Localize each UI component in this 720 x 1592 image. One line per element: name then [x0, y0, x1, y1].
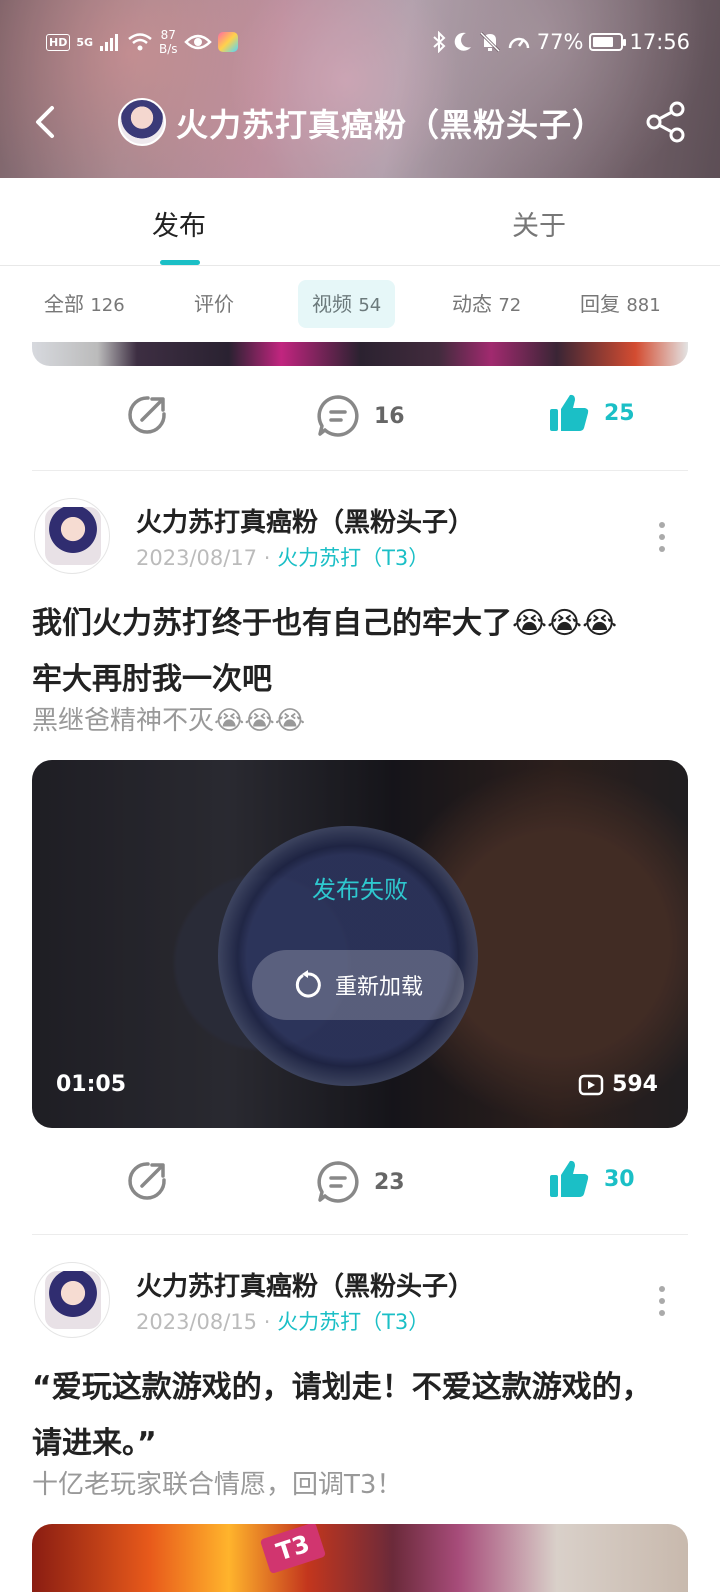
network-speed: 87 B/s [159, 28, 178, 56]
filter-all-count: 126 [90, 295, 125, 316]
clock: 17:56 [629, 30, 690, 54]
filter-all[interactable]: 全部 126 [30, 280, 139, 328]
post-divider [32, 1234, 688, 1235]
post-date: 2023/08/17 [136, 546, 258, 570]
like-count: 25 [604, 400, 635, 426]
mute-bell-icon [479, 31, 500, 53]
thumbs-up-icon [550, 394, 589, 431]
filter-moments-label: 动态 [452, 292, 492, 316]
bluetooth-icon [433, 31, 446, 53]
author-avatar[interactable] [34, 1262, 110, 1338]
comment-button[interactable]: 23 [316, 1160, 405, 1204]
header-avatar[interactable] [118, 98, 166, 146]
post-divider [32, 470, 688, 471]
video-views: 594 [578, 1072, 658, 1097]
post-title[interactable]: “爱玩这款游戏的，请划走！不爱这款游戏的， 请进来。” [32, 1360, 692, 1472]
app-notification-icon [217, 32, 238, 52]
like-button[interactable]: 30 [548, 1158, 635, 1200]
page-title: 火力苏打真癌粉（黑粉头子） [176, 106, 606, 144]
network-speed-value: 87 [160, 28, 176, 42]
post-meta: 2023/08/17 · 火力苏打（T3） [136, 542, 429, 572]
speedometer-icon [508, 37, 530, 49]
active-tab-indicator [160, 260, 200, 265]
like-button[interactable]: 25 [548, 392, 635, 434]
filter-all-label: 全部 [44, 292, 84, 316]
post-image[interactable]: T3 [32, 1524, 688, 1592]
comment-count: 23 [374, 1169, 405, 1195]
reload-label: 重新加载 [334, 975, 423, 1000]
author-name[interactable]: 火力苏打真癌粉（黑粉头子） [136, 502, 474, 539]
comment-button[interactable]: 16 [316, 394, 405, 438]
post-actions: 23 30 [0, 1142, 720, 1222]
post-title-line1: “爱玩这款游戏的，请划走！不爱这款游戏的， [32, 1370, 652, 1405]
post-topic-link[interactable]: 火力苏打（T3） [277, 1310, 429, 1334]
share-icon[interactable] [644, 100, 688, 144]
video-player[interactable]: 发布失败 重新加载 01:05 594 [32, 760, 688, 1128]
battery-icon [589, 33, 627, 51]
post-meta: 2023/08/15 · 火力苏打（T3） [136, 1306, 429, 1336]
filter-chips: 全部 126 评价 视频 54 动态 72 回复 881 [0, 266, 720, 342]
signal-icon [100, 34, 119, 51]
filter-reviews[interactable]: 评价 [180, 280, 248, 328]
post-title-line1: 我们火力苏打终于也有自己的牢大了😭😭😭 [32, 606, 618, 641]
post-title[interactable]: 我们火力苏打终于也有自己的牢大了😭😭😭 牢大再肘我一次吧 [32, 596, 692, 708]
comment-count: 16 [374, 403, 405, 429]
repost-icon [128, 396, 166, 434]
filter-replies[interactable]: 回复 881 [566, 280, 675, 328]
publish-failed-status: 发布失败 [312, 876, 408, 904]
comment-icon [317, 1161, 359, 1203]
profile-tabs: 发布 关于 [0, 178, 720, 266]
hd-indicator: HD [46, 33, 71, 51]
post-topic-link[interactable]: 火力苏打（T3） [277, 546, 429, 570]
post-header: 火力苏打真癌粉（黑粉头子） 2023/08/17 · 火力苏打（T3） [0, 498, 720, 582]
repost-icon [128, 1162, 166, 1200]
filter-videos-label: 视频 [312, 292, 352, 316]
repost-button[interactable] [126, 394, 168, 436]
network-type: 5G [76, 35, 94, 49]
filter-videos[interactable]: 视频 54 [298, 280, 396, 328]
filter-moments-count: 72 [498, 295, 522, 316]
filter-replies-label: 回复 [580, 292, 620, 316]
profile-header-banner: HD 5G 87 B/s 77% 17:56 火力苏打真癌粉（黑粉头子） [0, 0, 720, 178]
post-subtitle: 十亿老玩家联合情愿，回调T3！ [32, 1470, 403, 1500]
previous-post-image[interactable] [32, 342, 688, 366]
more-options-icon[interactable] [656, 1284, 668, 1318]
post-header: 火力苏打真癌粉（黑粉头子） 2023/08/15 · 火力苏打（T3） [0, 1262, 720, 1346]
previous-post-actions: 16 25 [0, 378, 720, 458]
view-count: 594 [612, 1072, 658, 1097]
author-avatar[interactable] [34, 498, 110, 574]
play-count-icon [578, 1074, 604, 1095]
author-name[interactable]: 火力苏打真癌粉（黑粉头子） [136, 1266, 474, 1303]
filter-reviews-label: 评价 [194, 292, 234, 316]
reload-icon [295, 970, 321, 998]
tab-about[interactable]: 关于 [512, 204, 566, 243]
top-nav-bar: 火力苏打真癌粉（黑粉头子） [0, 90, 720, 154]
more-options-icon[interactable] [656, 520, 668, 554]
like-count: 30 [604, 1166, 635, 1192]
reload-button[interactable]: 重新加载 [252, 950, 464, 1020]
filter-replies-count: 881 [626, 295, 661, 316]
filter-moments[interactable]: 动态 72 [438, 280, 535, 328]
filter-videos-count: 54 [358, 295, 382, 316]
meta-separator: · [263, 1310, 271, 1334]
post-date: 2023/08/15 [136, 1310, 258, 1334]
post-subtitle: 黑继爸精神不灭😭😭😭 [32, 706, 306, 736]
moon-icon [454, 32, 471, 51]
meta-separator: · [263, 546, 271, 570]
image-badge: T3 [259, 1524, 327, 1575]
battery-percent: 77% [536, 30, 584, 54]
tab-publish[interactable]: 发布 [152, 204, 206, 243]
back-arrow-icon[interactable] [30, 104, 62, 140]
wifi-icon [128, 33, 152, 51]
thumbs-up-icon [550, 1160, 589, 1197]
comment-icon [317, 395, 359, 437]
repost-button[interactable] [126, 1160, 168, 1202]
video-duration: 01:05 [56, 1072, 127, 1097]
status-bar: HD 5G 87 B/s 77% 17:56 [0, 24, 720, 64]
eye-icon [183, 34, 212, 50]
network-speed-unit: B/s [159, 42, 178, 56]
